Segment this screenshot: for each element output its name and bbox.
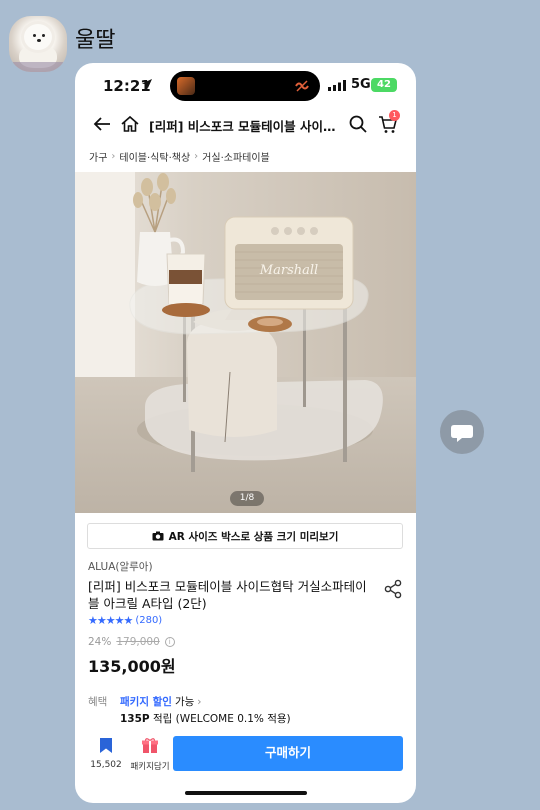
avatar-nose	[37, 39, 41, 42]
avatar-eye-right	[42, 34, 45, 37]
original-price: 179,000	[116, 636, 160, 648]
package-discount-link[interactable]: 패키지 할인	[120, 694, 172, 709]
breadcrumb-item[interactable]: 가구	[89, 149, 107, 164]
breadcrumb-item[interactable]: 테이블·식탁·책상	[119, 149, 190, 164]
speaker-brand-logo: Marshall	[259, 263, 318, 278]
product-rating[interactable]: ★★★★★ (280)	[88, 614, 162, 627]
package-discount-row[interactable]: 패키지 할인 가능 ›	[120, 694, 202, 709]
ar-preview-button[interactable]: AR 사이즈 박스로 상품 크기 미리보기	[87, 523, 403, 549]
comment-action-button[interactable]	[440, 410, 484, 454]
info-icon[interactable]: i	[164, 637, 175, 647]
avatar-dog-head	[24, 24, 52, 50]
bookmark-icon	[100, 738, 112, 753]
chevron-right-icon: ›	[194, 151, 199, 162]
add-to-package-button[interactable]: 패키지담기	[129, 737, 171, 772]
dynamic-island	[170, 71, 320, 101]
waveform-icon	[295, 80, 309, 92]
purchase-bar: 15,502 패키지담기 구매하기	[75, 729, 416, 777]
product-navbar: [리퍼] 비스포크 모듈테이블 사이드협... 1	[75, 107, 416, 141]
avatar-cloth	[13, 62, 63, 72]
cart-count-badge: 1	[389, 110, 400, 121]
page-title: [리퍼] 비스포크 모듈테이블 사이드협...	[149, 119, 339, 134]
product-photo: Marshall	[75, 172, 416, 513]
review-count[interactable]: (280)	[135, 615, 162, 626]
media-thumbnail-icon	[177, 77, 195, 95]
ar-preview-label: AR 사이즈 박스로 상품 크기 미리보기	[168, 530, 339, 543]
breadcrumb: 가구 › 테이블·식탁·책상 › 거실·소파테이블	[89, 149, 270, 164]
home-indicator	[185, 791, 307, 795]
product-image[interactable]: Marshall 1/8	[75, 172, 416, 513]
camera-icon	[152, 531, 164, 541]
search-icon[interactable]	[347, 113, 369, 135]
sender-avatar[interactable]	[9, 16, 67, 72]
chevron-right-icon: ›	[111, 151, 116, 162]
image-page-counter: 1/8	[230, 491, 264, 506]
points-row: 135P 적립 (WELCOME 0.1% 적용)	[120, 711, 291, 726]
points-text: 적립 (WELCOME 0.1% 적용)	[152, 713, 291, 725]
avatar-eye-left	[33, 34, 36, 37]
wishlist-count: 15,502	[90, 760, 122, 770]
benefit-label: 혜택	[88, 696, 108, 708]
status-bar: 12:21 5G 42	[75, 63, 416, 107]
share-icon[interactable]	[383, 579, 403, 599]
discount-rate: 24%	[88, 636, 112, 648]
back-arrow-icon[interactable]	[91, 113, 113, 135]
breadcrumb-item[interactable]: 거실·소파테이블	[202, 149, 270, 164]
wishlist-button[interactable]: 15,502	[89, 737, 123, 770]
image-message-bubble[interactable]: 12:21 5G 42 [리퍼] 비스포크 모듈테이블 사이드협... 1 가구…	[75, 63, 416, 803]
gift-box-icon	[142, 738, 158, 753]
package-available-text: 가능	[174, 696, 195, 708]
speech-bubble-icon	[451, 425, 473, 442]
location-arrow-icon	[142, 79, 152, 89]
rating-stars-icon: ★★★★★	[88, 614, 133, 627]
discount-row: 24% 179,000 i	[88, 636, 175, 648]
sender-name: 울딸	[75, 28, 116, 53]
brand-name[interactable]: ALUA(알루아)	[88, 559, 153, 574]
cellular-signal-icon	[328, 80, 346, 91]
battery-icon: 42	[371, 78, 397, 92]
buy-now-button[interactable]: 구매하기	[173, 736, 403, 771]
home-icon[interactable]	[119, 113, 141, 135]
chevron-right-icon: ›	[197, 695, 202, 708]
sale-price: 135,000원	[88, 657, 176, 676]
network-type: 5G	[351, 77, 371, 92]
product-title: [리퍼] 비스포크 모듈테이블 사이드협탁 거실소파테이블 아크릴 A타입 (2…	[88, 579, 367, 611]
add-to-package-label: 패키지담기	[130, 762, 170, 772]
points-amount: 135P	[120, 713, 150, 725]
